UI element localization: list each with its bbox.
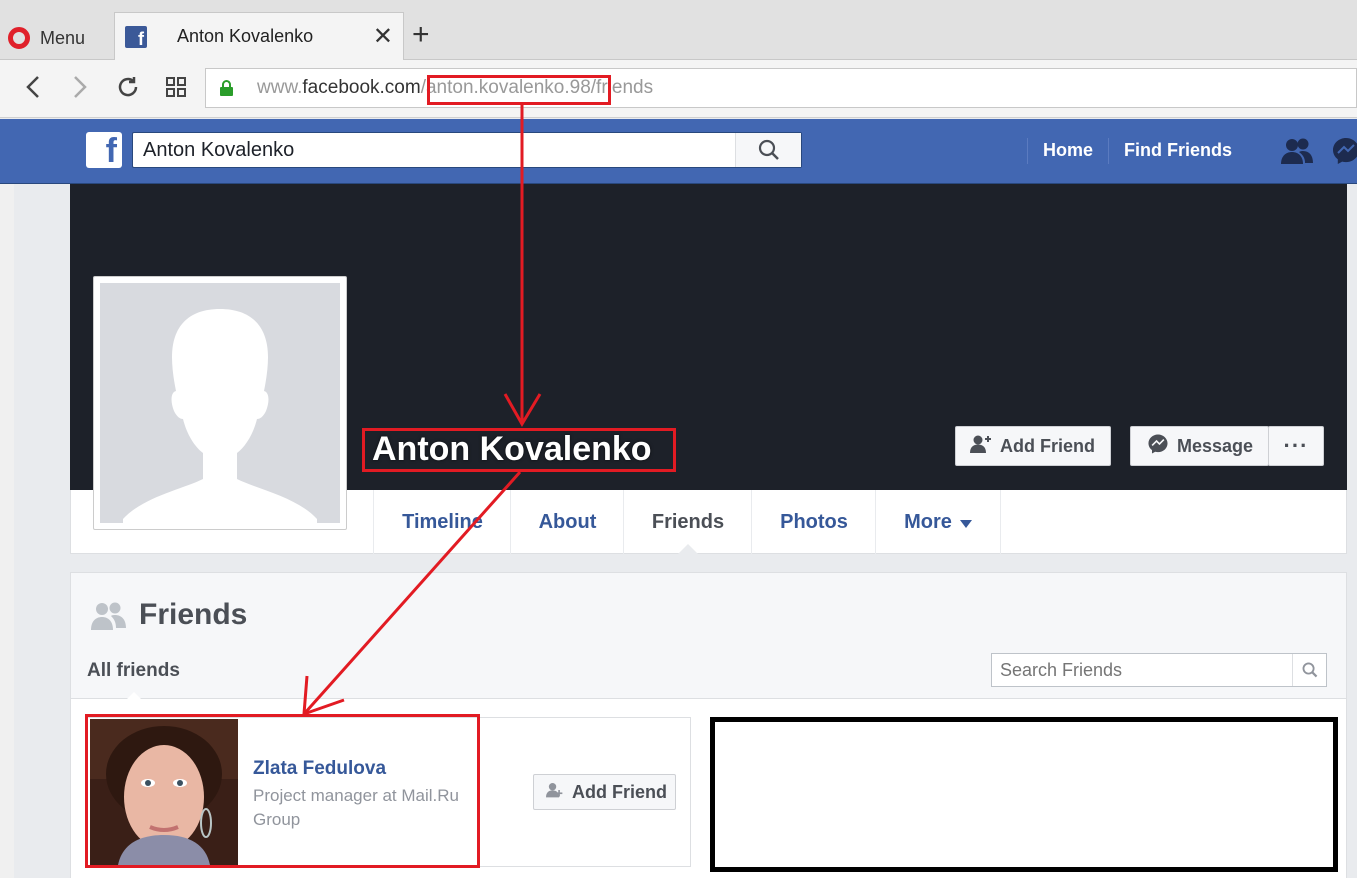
redacted-area — [710, 717, 1338, 872]
facebook-favicon-icon: f — [125, 25, 147, 48]
browser-tab[interactable]: f Anton Kovalenko ✕ — [114, 12, 404, 60]
more-options-button[interactable]: ··· — [1268, 426, 1324, 466]
friend-requests-icon[interactable] — [1279, 136, 1315, 166]
new-tab-button[interactable]: + — [412, 18, 430, 52]
messenger-icon — [1147, 433, 1169, 460]
reload-icon[interactable] — [113, 72, 143, 102]
tab-close-icon[interactable]: ✕ — [373, 22, 393, 51]
search-friends-box — [991, 653, 1327, 687]
caret-down-icon — [959, 511, 972, 534]
search-icon[interactable] — [1292, 654, 1326, 686]
friend-highlight-box — [85, 714, 480, 868]
menu-label: Menu — [40, 27, 86, 48]
tab-photos[interactable]: Photos — [751, 490, 876, 554]
url-highlight-box — [427, 75, 611, 105]
back-icon[interactable] — [18, 72, 48, 102]
name-highlight-box — [362, 428, 676, 472]
search-icon[interactable] — [735, 133, 801, 167]
message-label: Message — [1177, 435, 1254, 456]
tab-title: Anton Kovalenko — [177, 26, 314, 46]
friends-section-title: Friends — [139, 598, 248, 631]
url-field[interactable]: www. facebook.com/anton.kovalenko.98/frie… — [205, 68, 1357, 108]
message-button[interactable]: Message — [1130, 426, 1269, 466]
nav-divider — [1027, 138, 1028, 164]
silhouette-avatar — [100, 283, 340, 523]
window-edge — [0, 184, 14, 878]
forward-icon[interactable] — [65, 72, 95, 102]
friend-add-friend-label: Add Friend — [572, 781, 667, 802]
add-friend-icon — [546, 781, 564, 804]
opera-logo-icon — [8, 27, 30, 49]
tab-more[interactable]: More — [875, 490, 1001, 554]
nav-home-link[interactable]: Home — [1043, 140, 1093, 161]
add-friend-icon — [970, 434, 992, 459]
add-friend-label: Add Friend — [1000, 435, 1095, 456]
facebook-search-box — [132, 132, 802, 168]
facebook-logo-icon[interactable]: f — [86, 132, 122, 168]
opera-menu-button[interactable]: Menu — [8, 18, 108, 58]
friends-icon — [90, 600, 128, 630]
tab-about[interactable]: About — [510, 490, 624, 554]
add-friend-button[interactable]: Add Friend — [955, 426, 1111, 466]
nav-find-friends-link[interactable]: Find Friends — [1124, 140, 1232, 161]
speed-dial-icon[interactable] — [161, 72, 191, 102]
search-friends-input[interactable] — [992, 654, 1292, 686]
facebook-search-input[interactable] — [133, 133, 735, 167]
tab-more-label: More — [904, 510, 952, 533]
all-friends-tab[interactable]: All friends — [87, 660, 180, 682]
messenger-icon[interactable] — [1331, 136, 1357, 166]
active-tab-indicator — [678, 544, 698, 554]
profile-picture[interactable] — [93, 276, 347, 530]
url-prefix-gray: www. — [257, 77, 303, 98]
friend-add-friend-button[interactable]: Add Friend — [533, 774, 676, 810]
url-domain: facebook.com — [302, 77, 421, 98]
lock-icon — [220, 80, 233, 96]
nav-divider — [1108, 138, 1109, 164]
tab-timeline[interactable]: Timeline — [373, 490, 511, 554]
